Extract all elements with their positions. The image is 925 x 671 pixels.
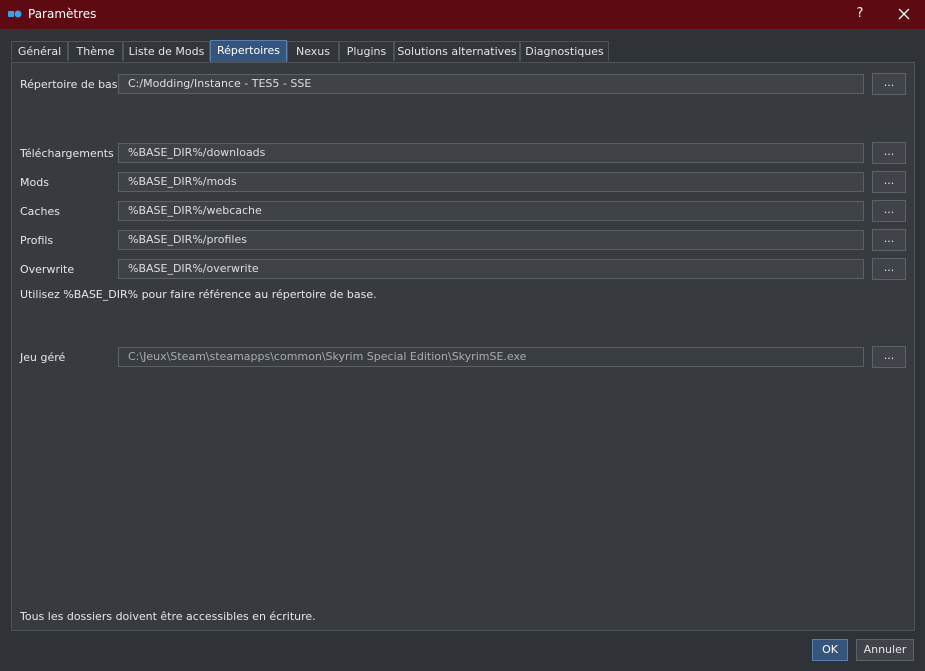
tab-workarounds[interactable]: Solutions alternatives [394, 41, 520, 61]
overwrite-dir-browse-button[interactable]: ... [872, 258, 906, 280]
downloads-dir-label: Téléchargements [20, 147, 114, 160]
downloads-dir-input[interactable]: %BASE_DIR%/downloads [118, 143, 864, 163]
base-dir-input[interactable]: C:/Modding/Instance - TES5 - SSE [118, 74, 864, 94]
base-dir-label: Répertoire de base [20, 78, 125, 91]
help-button[interactable]: ? [850, 4, 870, 24]
profiles-dir-browse-button[interactable]: ... [872, 229, 906, 251]
base-dir-browse-button[interactable]: ... [872, 73, 906, 95]
app-logo-icon [8, 10, 22, 18]
tab-nexus[interactable]: Nexus [287, 41, 339, 61]
base-dir-hint: Utilisez %BASE_DIR% pour faire référence… [20, 288, 377, 301]
tab-plugins[interactable]: Plugins [339, 41, 394, 61]
caches-dir-browse-button[interactable]: ... [872, 200, 906, 222]
mods-dir-browse-button[interactable]: ... [872, 171, 906, 193]
overwrite-dir-input[interactable]: %BASE_DIR%/overwrite [118, 259, 864, 279]
close-icon[interactable] [893, 4, 915, 24]
profiles-dir-label: Profils [20, 234, 54, 247]
tab-general[interactable]: Général [11, 41, 68, 61]
tab-diagnostics[interactable]: Diagnostiques [520, 41, 609, 61]
caches-dir-label: Caches [20, 205, 60, 218]
directories-panel: Répertoire de base C:/Modding/Instance -… [11, 62, 915, 631]
managed-game-browse-button[interactable]: ... [872, 346, 906, 368]
caches-dir-input[interactable]: %BASE_DIR%/webcache [118, 201, 864, 221]
writable-note: Tous les dossiers doivent être accessibl… [20, 610, 316, 623]
cancel-button[interactable]: Annuler [856, 639, 914, 661]
window-title: Paramètres [28, 7, 97, 21]
ok-button[interactable]: OK [812, 639, 848, 661]
downloads-dir-browse-button[interactable]: ... [872, 142, 906, 164]
overwrite-dir-label: Overwrite [20, 263, 75, 276]
tab-directories[interactable]: Répertoires [210, 40, 287, 62]
mods-dir-input[interactable]: %BASE_DIR%/mods [118, 172, 864, 192]
managed-game-input: C:\Jeux\Steam\steamapps\common\Skyrim Sp… [118, 347, 864, 367]
title-bar: Paramètres ? [0, 0, 925, 29]
tab-mod-list[interactable]: Liste de Mods [123, 41, 210, 61]
tab-theme[interactable]: Thème [68, 41, 123, 61]
profiles-dir-input[interactable]: %BASE_DIR%/profiles [118, 230, 864, 250]
managed-game-label: Jeu géré [20, 351, 66, 364]
mods-dir-label: Mods [20, 176, 49, 189]
